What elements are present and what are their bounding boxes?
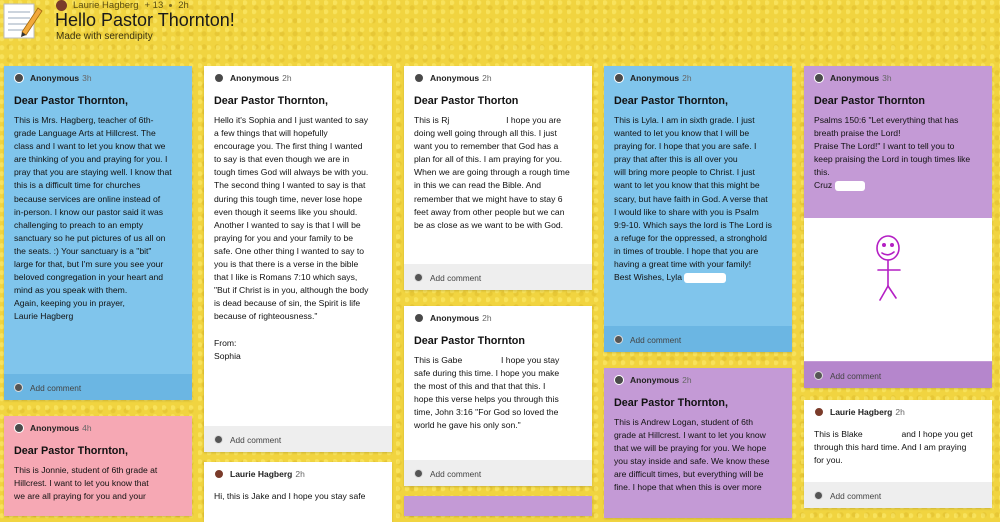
- post-card[interactable]: Laurie Hagberg 2h This is Blake and I hop…: [804, 400, 992, 508]
- post-card[interactable]: Anonymous 2h Dear Pastor Thornton, Hello …: [204, 66, 392, 452]
- post-card[interactable]: Anonymous 2h Dear Pastor Thorton This is …: [404, 66, 592, 290]
- comment-avatar-icon: [414, 273, 423, 282]
- stick-figure-drawing[interactable]: [804, 218, 992, 361]
- post-card[interactable]: Anonymous 3h Dear Pastor Thornton, This i…: [4, 66, 192, 400]
- post-header: Laurie Hagberg 2h: [804, 400, 992, 422]
- post-author: Anonymous 3h: [830, 73, 892, 83]
- post-body: This is Jonnie, student of 6th grade at …: [14, 465, 158, 502]
- redacted-name: [452, 116, 504, 126]
- post-header: Anonymous 2h: [604, 66, 792, 88]
- post-body: This is Lyla. I am in sixth grade. I jus…: [614, 115, 772, 283]
- post-card[interactable]: Anonymous 4h Dear Pastor Thornton, This i…: [4, 416, 192, 516]
- post-title: Dear Pastor Thorton: [414, 95, 519, 107]
- anonymous-avatar-icon: [414, 313, 424, 323]
- add-comment-button[interactable]: Add comment: [4, 374, 192, 400]
- post-body: This is Rj I hope you are doing well goi…: [414, 115, 570, 230]
- post-body: Hi, this is Jake and I hope you stay saf…: [214, 491, 366, 501]
- post-body: This is Andrew Logan, student of 6th gra…: [614, 417, 770, 493]
- post-body: Psalms 150:6 "Let everything that has br…: [814, 115, 971, 192]
- add-comment-button[interactable]: Add comment: [404, 460, 592, 486]
- post-card[interactable]: Anonymous 2h Dear Pastor Thornton This is…: [404, 306, 592, 486]
- stick-figure-icon: [876, 235, 901, 301]
- anonymous-avatar-icon: [214, 73, 224, 83]
- post-header: Anonymous 2h: [204, 66, 392, 88]
- post-author: Laurie Hagberg 2h: [230, 469, 305, 479]
- anonymous-avatar-icon: [614, 73, 624, 83]
- post-card[interactable]: [404, 496, 592, 516]
- post-author: Anonymous 2h: [430, 313, 492, 323]
- post-card[interactable]: Laurie Hagberg 2h Hi, this is Jake and I …: [204, 462, 392, 522]
- comment-avatar-icon: [414, 469, 423, 478]
- post-title: Dear Pastor Thornton: [414, 335, 525, 347]
- comment-avatar-icon: [214, 435, 223, 444]
- post-card[interactable]: Anonymous 2h Dear Pastor Thornton, This i…: [604, 66, 792, 352]
- add-comment-button[interactable]: Add comment: [404, 264, 592, 290]
- post-body: This is Blake and I hope you get through…: [814, 429, 973, 466]
- notepad-pencil-logo-icon: [3, 3, 43, 39]
- user-avatar-icon: [214, 469, 224, 479]
- board-title: Hello Pastor Thornton!: [55, 10, 235, 30]
- post-header: Anonymous 3h: [4, 66, 192, 88]
- separator-dot: [169, 4, 173, 7]
- post-header: Anonymous 4h: [4, 416, 192, 438]
- anonymous-avatar-icon: [14, 73, 24, 83]
- post-title: Dear Pastor Thornton,: [614, 397, 728, 409]
- post-author: Anonymous 2h: [230, 73, 292, 83]
- comment-avatar-icon: [14, 383, 23, 392]
- add-comment-button[interactable]: Add comment: [804, 482, 992, 508]
- post-title: Dear Pastor Thornton,: [14, 445, 128, 457]
- comment-avatar-icon: [614, 335, 623, 344]
- user-avatar-icon: [814, 407, 824, 417]
- add-comment-button[interactable]: Add comment: [804, 362, 992, 388]
- post-title: Dear Pastor Thornton,: [614, 95, 728, 107]
- add-comment-button[interactable]: Add comment: [204, 426, 392, 452]
- post-header: Anonymous 2h: [404, 306, 592, 328]
- post-author: Anonymous 3h: [30, 73, 92, 83]
- post-body: Hello it's Sophia and I just wanted to s…: [214, 115, 369, 361]
- board-subtitle: Made with serendipity: [56, 31, 153, 42]
- anonymous-avatar-icon: [14, 423, 24, 433]
- post-author: Anonymous 4h: [30, 423, 92, 433]
- anonymous-avatar-icon: [614, 375, 624, 385]
- post-header: Anonymous 2h: [404, 66, 592, 88]
- post-title: Dear Pastor Thornton,: [214, 95, 328, 107]
- post-body: This is Gabe I hope you stay safe during…: [414, 355, 560, 431]
- post-header: Anonymous 2h: [604, 368, 792, 390]
- redacted-name: [684, 272, 727, 283]
- comment-avatar-icon: [814, 491, 823, 500]
- post-body: This is Mrs. Hagberg, teacher of 6th- gr…: [14, 115, 172, 322]
- post-author: Anonymous 2h: [630, 73, 692, 83]
- post-author: Anonymous 2h: [430, 73, 492, 83]
- anonymous-avatar-icon: [814, 73, 824, 83]
- post-title: Dear Pastor Thornton,: [14, 95, 128, 107]
- post-author: Anonymous 2h: [630, 375, 692, 385]
- post-header: Laurie Hagberg 2h: [204, 462, 392, 484]
- comment-avatar-icon: [814, 371, 823, 380]
- post-card[interactable]: Anonymous 3h Dear Pastor Thornton Psalms …: [804, 66, 992, 388]
- redacted-name: [465, 356, 499, 366]
- post-title: Dear Pastor Thornton: [814, 95, 925, 107]
- anonymous-avatar-icon: [414, 73, 424, 83]
- post-card[interactable]: Anonymous 2h Dear Pastor Thornton, This i…: [604, 368, 792, 518]
- post-header: Anonymous 3h: [804, 66, 992, 88]
- add-comment-button[interactable]: Add comment: [604, 326, 792, 352]
- redacted-name: [834, 181, 865, 192]
- board-header: Laurie Hagberg + 13 2h Hello Pastor Thor…: [0, 0, 1000, 46]
- redacted-name: [865, 430, 899, 440]
- post-author: Laurie Hagberg 2h: [830, 407, 905, 417]
